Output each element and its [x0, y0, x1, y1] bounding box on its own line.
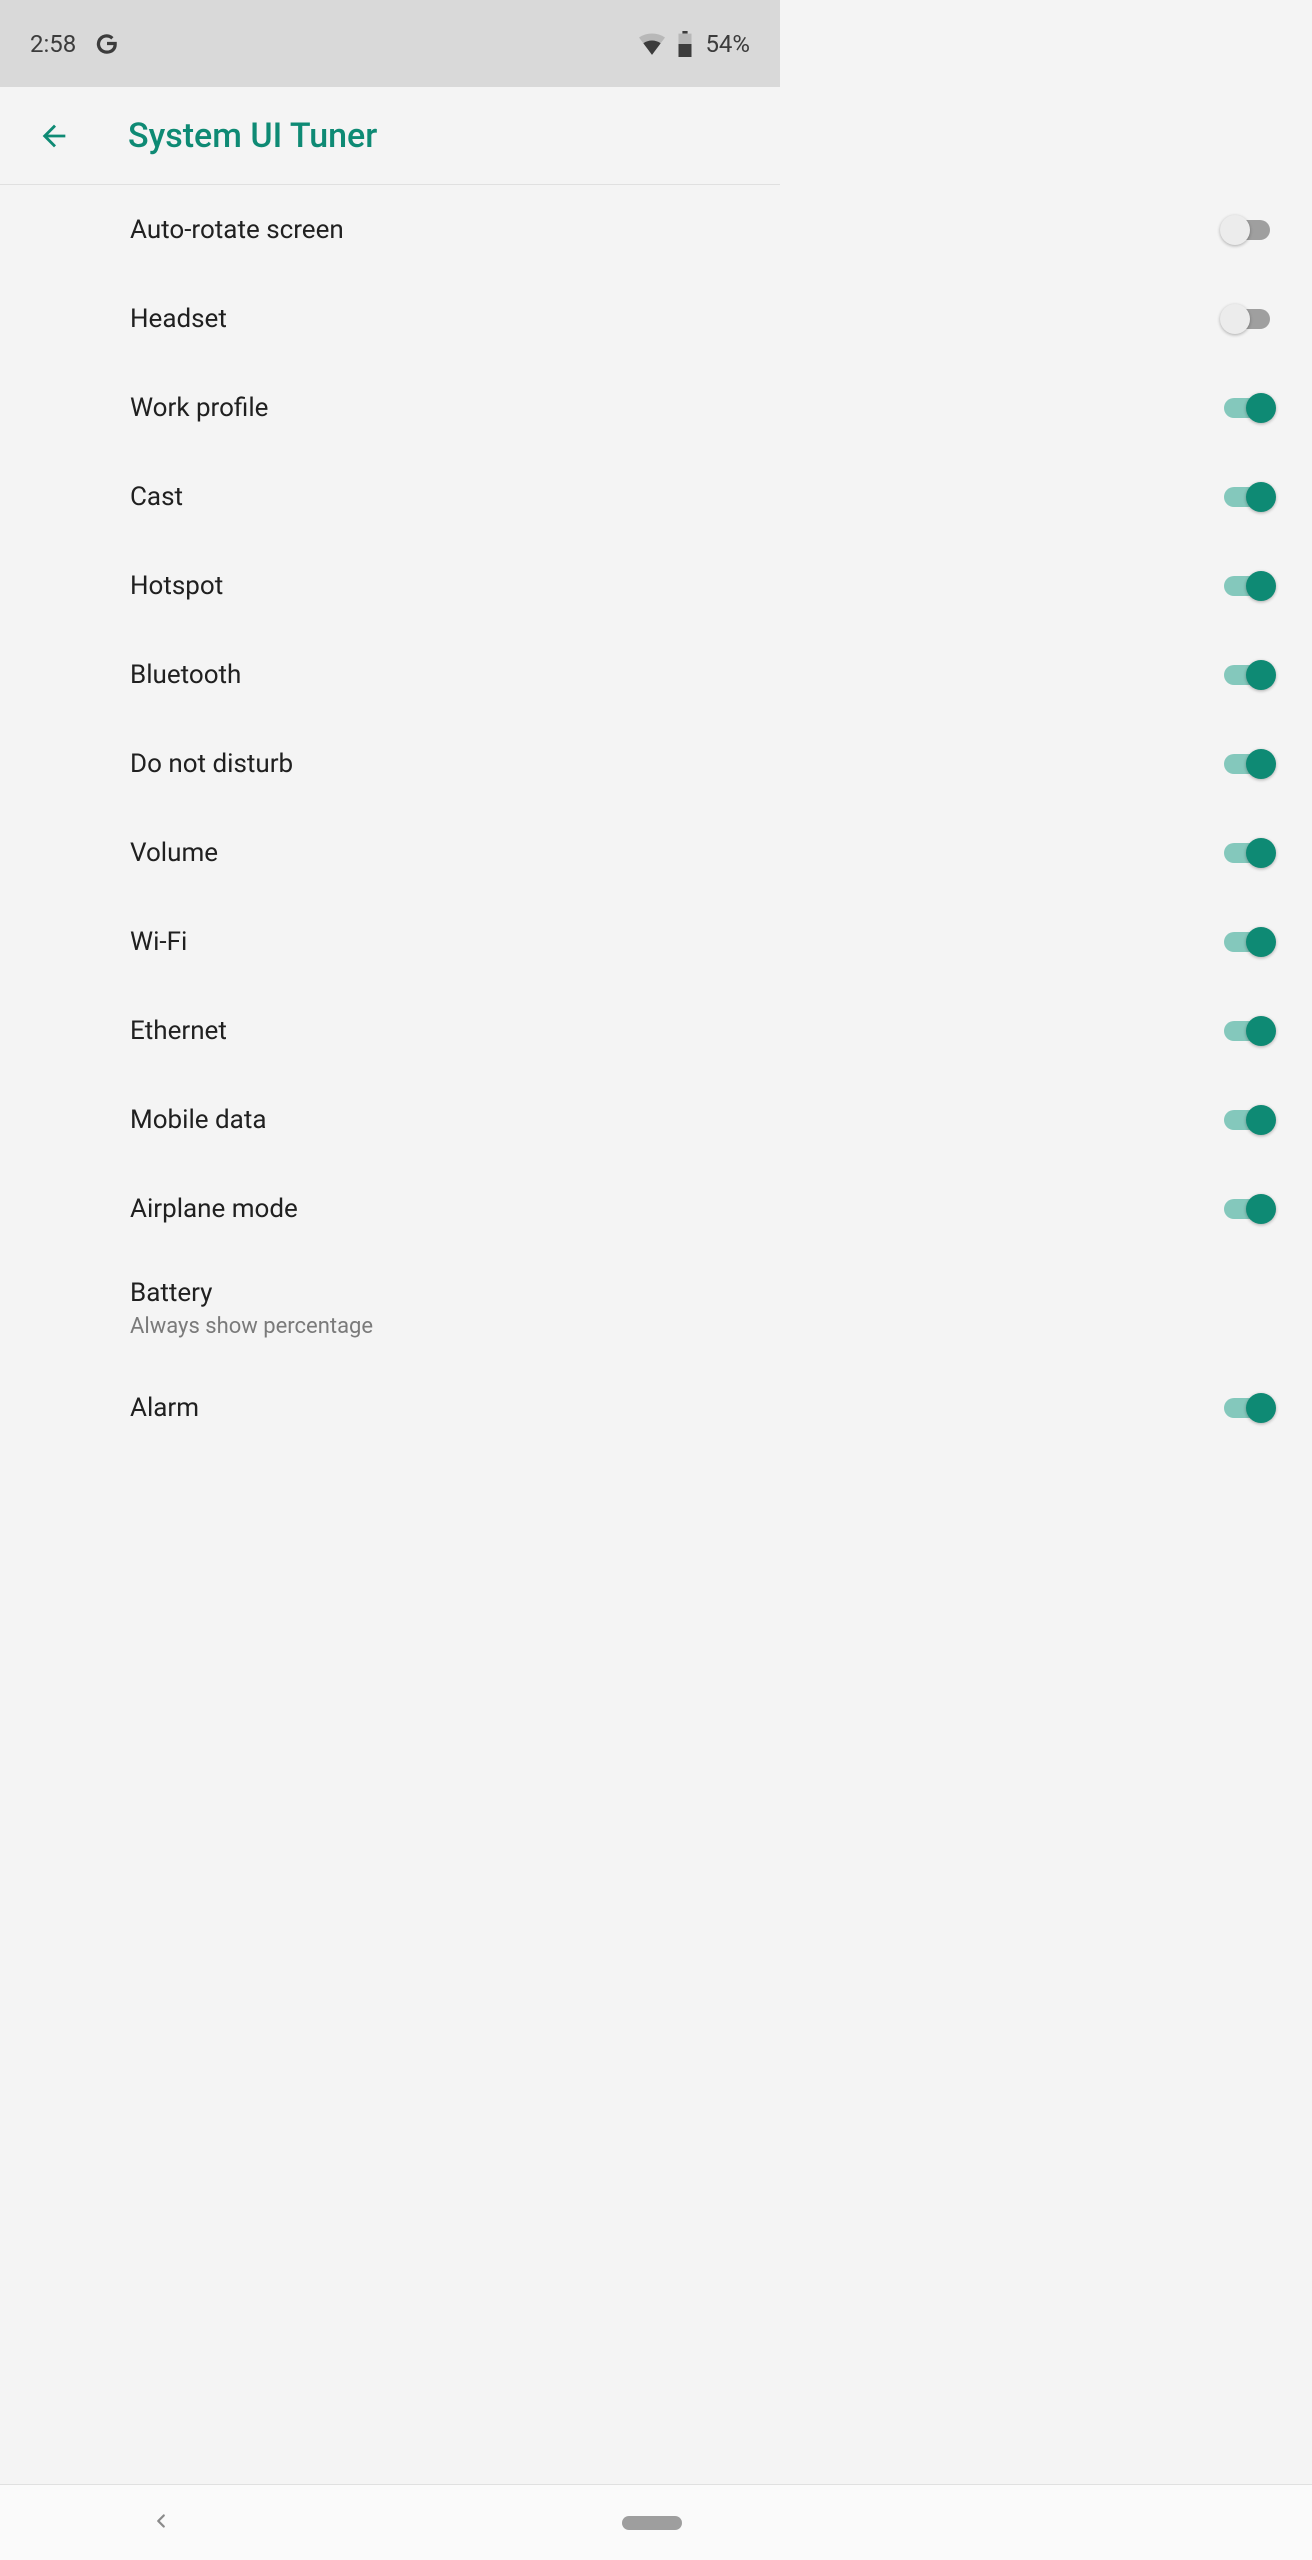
google-icon	[94, 31, 120, 57]
row-label: Volume	[130, 838, 1224, 868]
settings-row[interactable]: Hotspot	[0, 541, 1312, 630]
row-label-container: Airplane mode	[130, 1194, 1224, 1224]
navigation-bar	[0, 2484, 1312, 2560]
row-label-container: Do not disturb	[130, 749, 1224, 779]
status-battery-pct: 54%	[705, 30, 750, 58]
settings-list: Auto-rotate screen Headset Work profile Cas…	[0, 185, 1312, 2484]
row-label-container: Alarm	[130, 1393, 1224, 1423]
row-label: Ethernet	[130, 1016, 1224, 1046]
toggle-switch[interactable]	[1224, 1103, 1280, 1137]
battery-icon	[677, 31, 693, 57]
row-label: Do not disturb	[130, 749, 1224, 779]
chevron-left-icon	[150, 2510, 172, 2532]
settings-row[interactable]: Alarm	[0, 1363, 1312, 1452]
settings-row[interactable]: Ethernet	[0, 986, 1312, 1075]
switch-thumb	[1246, 660, 1276, 690]
toggle-switch[interactable]	[1224, 836, 1280, 870]
row-label: Airplane mode	[130, 1194, 1224, 1224]
row-secondary: Always show percentage	[130, 1314, 1280, 1339]
row-label-container: Auto-rotate screen	[130, 215, 1224, 245]
switch-thumb	[1246, 927, 1276, 957]
switch-thumb	[1246, 1016, 1276, 1046]
toggle-switch[interactable]	[1224, 391, 1280, 425]
settings-row[interactable]: Battery Always show percentage	[0, 1253, 1312, 1363]
toggle-switch[interactable]	[1224, 569, 1280, 603]
switch-thumb	[1246, 571, 1276, 601]
settings-row[interactable]: Bluetooth	[0, 630, 1312, 719]
row-label-container: Wi-Fi	[130, 927, 1224, 957]
appbar-title: System UI Tuner	[128, 116, 377, 156]
switch-thumb	[1246, 1393, 1276, 1423]
settings-row[interactable]: Mobile data	[0, 1075, 1312, 1164]
row-label-container: Bluetooth	[130, 660, 1224, 690]
row-label: Hotspot	[130, 571, 1224, 601]
back-button[interactable]	[34, 116, 74, 156]
settings-row[interactable]: Cast	[0, 452, 1312, 541]
status-bar: 2:58 54%	[0, 0, 780, 87]
toggle-switch[interactable]	[1224, 658, 1280, 692]
toggle-switch[interactable]	[1224, 213, 1280, 247]
row-label-container: Cast	[130, 482, 1224, 512]
toggle-switch[interactable]	[1224, 1192, 1280, 1226]
row-label-container: Battery Always show percentage	[130, 1278, 1280, 1339]
row-label: Work profile	[130, 393, 1224, 423]
nav-back-button[interactable]	[150, 2510, 172, 2536]
row-label-container: Hotspot	[130, 571, 1224, 601]
settings-row[interactable]: Work profile	[0, 363, 1312, 452]
settings-row[interactable]: Airplane mode	[0, 1164, 1312, 1253]
toggle-switch[interactable]	[1224, 925, 1280, 959]
switch-thumb	[1246, 482, 1276, 512]
toggle-switch[interactable]	[1224, 1014, 1280, 1048]
row-label-container: Volume	[130, 838, 1224, 868]
row-label-container: Ethernet	[130, 1016, 1224, 1046]
row-label: Mobile data	[130, 1105, 1224, 1135]
switch-thumb	[1246, 393, 1276, 423]
row-label-container: Headset	[130, 304, 1224, 334]
row-label: Battery	[130, 1278, 1280, 1308]
switch-thumb	[1246, 838, 1276, 868]
nav-home-pill[interactable]	[622, 2516, 682, 2530]
status-time: 2:58	[30, 30, 76, 58]
row-label-container: Mobile data	[130, 1105, 1224, 1135]
toggle-switch[interactable]	[1224, 747, 1280, 781]
app-bar: System UI Tuner	[0, 87, 780, 185]
row-label: Cast	[130, 482, 1224, 512]
settings-row[interactable]: Wi-Fi	[0, 897, 1312, 986]
settings-row[interactable]: Volume	[0, 808, 1312, 897]
row-label: Alarm	[130, 1393, 1224, 1423]
settings-row[interactable]: Auto-rotate screen	[0, 185, 1312, 274]
wifi-icon	[639, 33, 665, 55]
toggle-switch[interactable]	[1224, 480, 1280, 514]
row-label: Bluetooth	[130, 660, 1224, 690]
switch-thumb	[1246, 749, 1276, 779]
toggle-switch[interactable]	[1224, 1391, 1280, 1425]
switch-thumb	[1220, 215, 1250, 245]
settings-row[interactable]: Do not disturb	[0, 719, 1312, 808]
settings-row[interactable]: Headset	[0, 274, 1312, 363]
arrow-back-icon	[37, 119, 71, 153]
row-label: Headset	[130, 304, 1224, 334]
switch-thumb	[1246, 1194, 1276, 1224]
switch-thumb	[1220, 304, 1250, 334]
toggle-switch[interactable]	[1224, 302, 1280, 336]
row-label-container: Work profile	[130, 393, 1224, 423]
row-label: Wi-Fi	[130, 927, 1224, 957]
row-label: Auto-rotate screen	[130, 215, 1224, 245]
switch-thumb	[1246, 1105, 1276, 1135]
